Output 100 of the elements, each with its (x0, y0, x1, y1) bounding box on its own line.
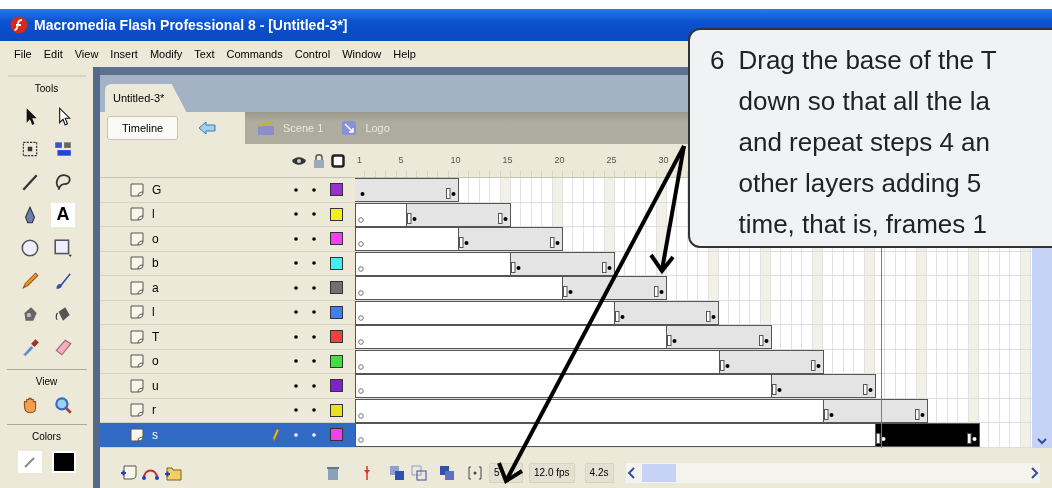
layer-icon (130, 256, 146, 271)
lasso-icon[interactable] (53, 171, 73, 192)
frame-number: 20 (554, 155, 565, 165)
layer-color-swatch[interactable] (330, 403, 343, 417)
layer-color-swatch[interactable] (330, 183, 343, 197)
brush-icon[interactable] (53, 270, 73, 291)
fill-color-swatch[interactable] (51, 451, 76, 473)
eye-icon[interactable] (291, 154, 307, 167)
keyframe-icon (550, 236, 562, 248)
window-title: Macromedia Flash Professional 8 - [Untitled-3*] (34, 17, 348, 33)
layer-color-swatch[interactable] (330, 207, 343, 221)
dot-icon[interactable] (312, 236, 316, 241)
callout-text: Drag the base of the T down so that all the la and repeat steps 4 an other layers adding 5 time, that is, frames 1 (738, 44, 997, 241)
text-tool[interactable]: A (51, 202, 75, 227)
horizontal-scrollbar[interactable] (625, 462, 1040, 483)
layer-icon (130, 329, 146, 344)
center-frame-icon[interactable] (363, 464, 371, 481)
dot-icon[interactable] (312, 359, 316, 364)
dot-icon[interactable] (294, 285, 298, 290)
layer-name: b (152, 256, 160, 271)
layer-color-swatch[interactable] (330, 379, 343, 393)
dot-icon[interactable] (294, 261, 298, 266)
dot-icon[interactable] (294, 432, 298, 437)
step-number: 6 (710, 44, 725, 77)
frame-rate-field[interactable]: 12.0 fps (529, 462, 575, 483)
selected-frames-span[interactable] (875, 423, 980, 447)
tween-span[interactable] (407, 202, 512, 227)
dot-icon[interactable] (294, 212, 298, 217)
dot-icon[interactable] (312, 285, 316, 290)
scroll-thumb[interactable] (641, 463, 676, 482)
empty-keyframe-icon (358, 388, 364, 394)
tween-span[interactable] (511, 251, 616, 276)
elapsed-time-field[interactable]: 4.2s (584, 462, 614, 483)
dot-icon[interactable] (312, 187, 316, 192)
stroke-color-swatch[interactable] (17, 451, 42, 473)
menu-item[interactable]: Edit (43, 48, 63, 60)
empty-keyframe-icon (358, 412, 364, 419)
dot-icon[interactable] (312, 432, 316, 437)
menu-item[interactable]: Help (393, 48, 416, 60)
layer-color-swatch[interactable] (330, 428, 343, 442)
back-arrow-icon[interactable] (198, 121, 217, 135)
layer-icon (130, 280, 146, 295)
outline-icon[interactable] (331, 153, 345, 168)
onion-outline-icon[interactable] (411, 464, 427, 481)
dot-icon[interactable] (294, 236, 298, 241)
dot-icon[interactable] (312, 261, 316, 266)
menu-item[interactable]: Modify (149, 48, 183, 60)
lock-icon[interactable] (313, 153, 325, 168)
dot-icon[interactable] (294, 383, 298, 388)
tween-span[interactable] (563, 276, 668, 300)
pencil-icon[interactable] (20, 270, 40, 291)
layer-icon (130, 378, 146, 393)
dot-icon[interactable] (294, 334, 298, 339)
edit-frames-icon[interactable] (439, 464, 455, 481)
layer-color-swatch[interactable] (330, 305, 343, 319)
empty-keyframe-icon (358, 290, 364, 296)
layer-color-swatch[interactable] (330, 354, 343, 368)
layer-row[interactable]: s (100, 423, 355, 448)
menu-item[interactable]: Insert (110, 48, 138, 60)
frame-number: 15 (502, 155, 513, 165)
empty-keyframe-icon (358, 314, 364, 321)
layer-name: u (152, 378, 160, 393)
layer-color-swatch[interactable] (330, 256, 343, 270)
trash-icon[interactable] (326, 464, 340, 481)
rectangle-icon[interactable] (53, 237, 73, 258)
dot-icon[interactable] (294, 310, 298, 315)
menu-item[interactable]: File (14, 48, 32, 60)
frame-number: 30 (658, 155, 669, 165)
layer-icon (130, 182, 146, 197)
add-layer-icon[interactable] (120, 464, 138, 481)
dot-icon[interactable] (312, 334, 316, 339)
bracket-markers-icon[interactable] (467, 464, 483, 481)
layer-color-swatch[interactable] (330, 232, 343, 246)
keyframe-icon (967, 432, 978, 444)
oval-icon[interactable] (20, 237, 40, 258)
dot-icon[interactable] (294, 359, 298, 364)
dot-icon[interactable] (294, 408, 298, 413)
dot-icon[interactable] (312, 212, 316, 217)
symbol-icon (341, 120, 358, 136)
menu-item[interactable]: Commands (226, 48, 283, 60)
folder-icon[interactable] (164, 464, 182, 481)
layer-icon (130, 231, 146, 246)
magnifier-icon[interactable] (53, 395, 73, 415)
layer-color-swatch[interactable] (330, 330, 343, 344)
layer-name: G (152, 182, 163, 197)
onion-skin-icon[interactable] (389, 464, 405, 481)
dot-icon[interactable] (312, 310, 316, 315)
clapperboard-icon (257, 120, 275, 136)
tween-span[interactable] (615, 300, 720, 325)
tween-span[interactable] (459, 227, 564, 251)
menu-item[interactable]: Control (294, 48, 331, 60)
timeline-button[interactable]: Timeline (107, 116, 179, 140)
dot-icon[interactable] (312, 408, 316, 413)
menu-item[interactable]: View (74, 48, 99, 60)
document-tab[interactable]: Untitled-3* (105, 84, 187, 112)
dot-icon[interactable] (312, 383, 316, 388)
menu-item[interactable]: Text (194, 48, 215, 60)
dot-icon[interactable] (294, 187, 298, 192)
layer-color-swatch[interactable] (330, 281, 343, 295)
menu-item[interactable]: Window (342, 48, 382, 60)
